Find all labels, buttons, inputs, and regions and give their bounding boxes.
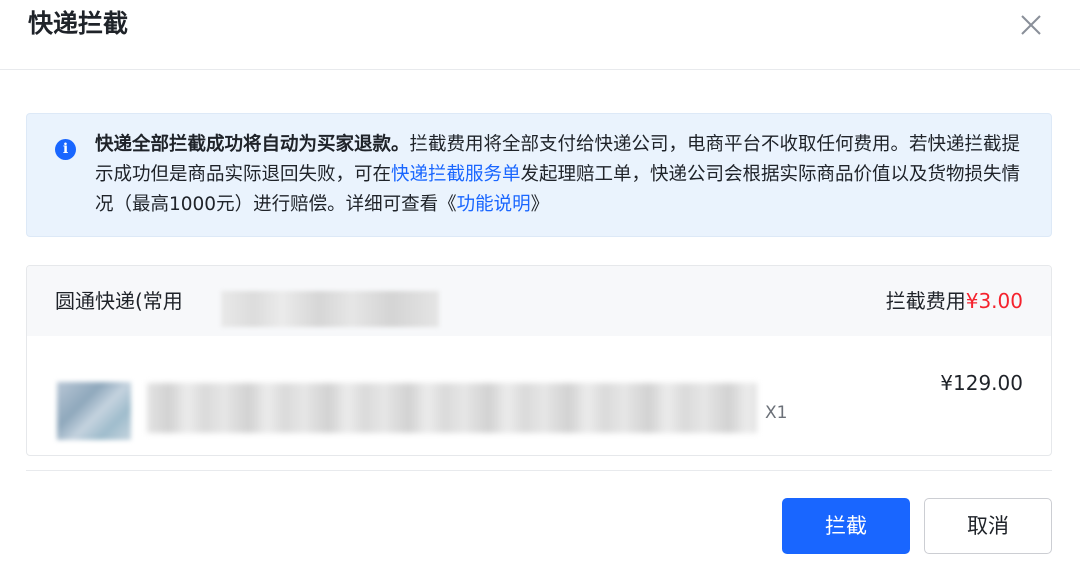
product-thumbnail	[57, 382, 131, 440]
shipment-card: 圆通快递(常用 拦截费用¥3.00 X1 ¥129.00	[26, 265, 1052, 456]
fee-label: 拦截费用	[885, 289, 966, 313]
intercept-fee: 拦截费用¥3.00	[886, 286, 1023, 316]
service-order-link[interactable]: 快递拦截服务单	[391, 164, 521, 185]
notice-text: 快递全部拦截成功将自动为买家退款。拦截费用将全部支付给快递公司，电商平台不收取任…	[95, 130, 1035, 220]
dialog-title: 快递拦截	[28, 9, 129, 38]
notice-bold-text: 快递全部拦截成功将自动为买家退款。	[95, 134, 410, 155]
tracking-number-redacted	[221, 291, 439, 327]
fee-amount: ¥3.00	[965, 289, 1023, 313]
intercept-button[interactable]: 拦截	[782, 498, 910, 554]
carrier-name: 圆通快递(常用	[55, 289, 183, 313]
footer-divider	[26, 470, 1052, 471]
info-notice: i 快递全部拦截成功将自动为买家退款。拦截费用将全部支付给快递公司，电商平台不收…	[26, 113, 1052, 237]
close-icon[interactable]	[1016, 10, 1046, 40]
notice-text-3: 》	[530, 194, 550, 215]
feature-doc-link[interactable]: 功能说明	[457, 194, 531, 215]
info-icon: i	[55, 139, 76, 160]
product-title-redacted	[147, 383, 757, 433]
dialog-header: 快递拦截	[0, 0, 1080, 70]
product-quantity: X1	[765, 403, 788, 423]
shipment-card-header: 圆通快递(常用 拦截费用¥3.00	[27, 266, 1051, 336]
product-price: ¥129.00	[940, 371, 1023, 395]
cancel-button[interactable]: 取消	[924, 498, 1052, 554]
